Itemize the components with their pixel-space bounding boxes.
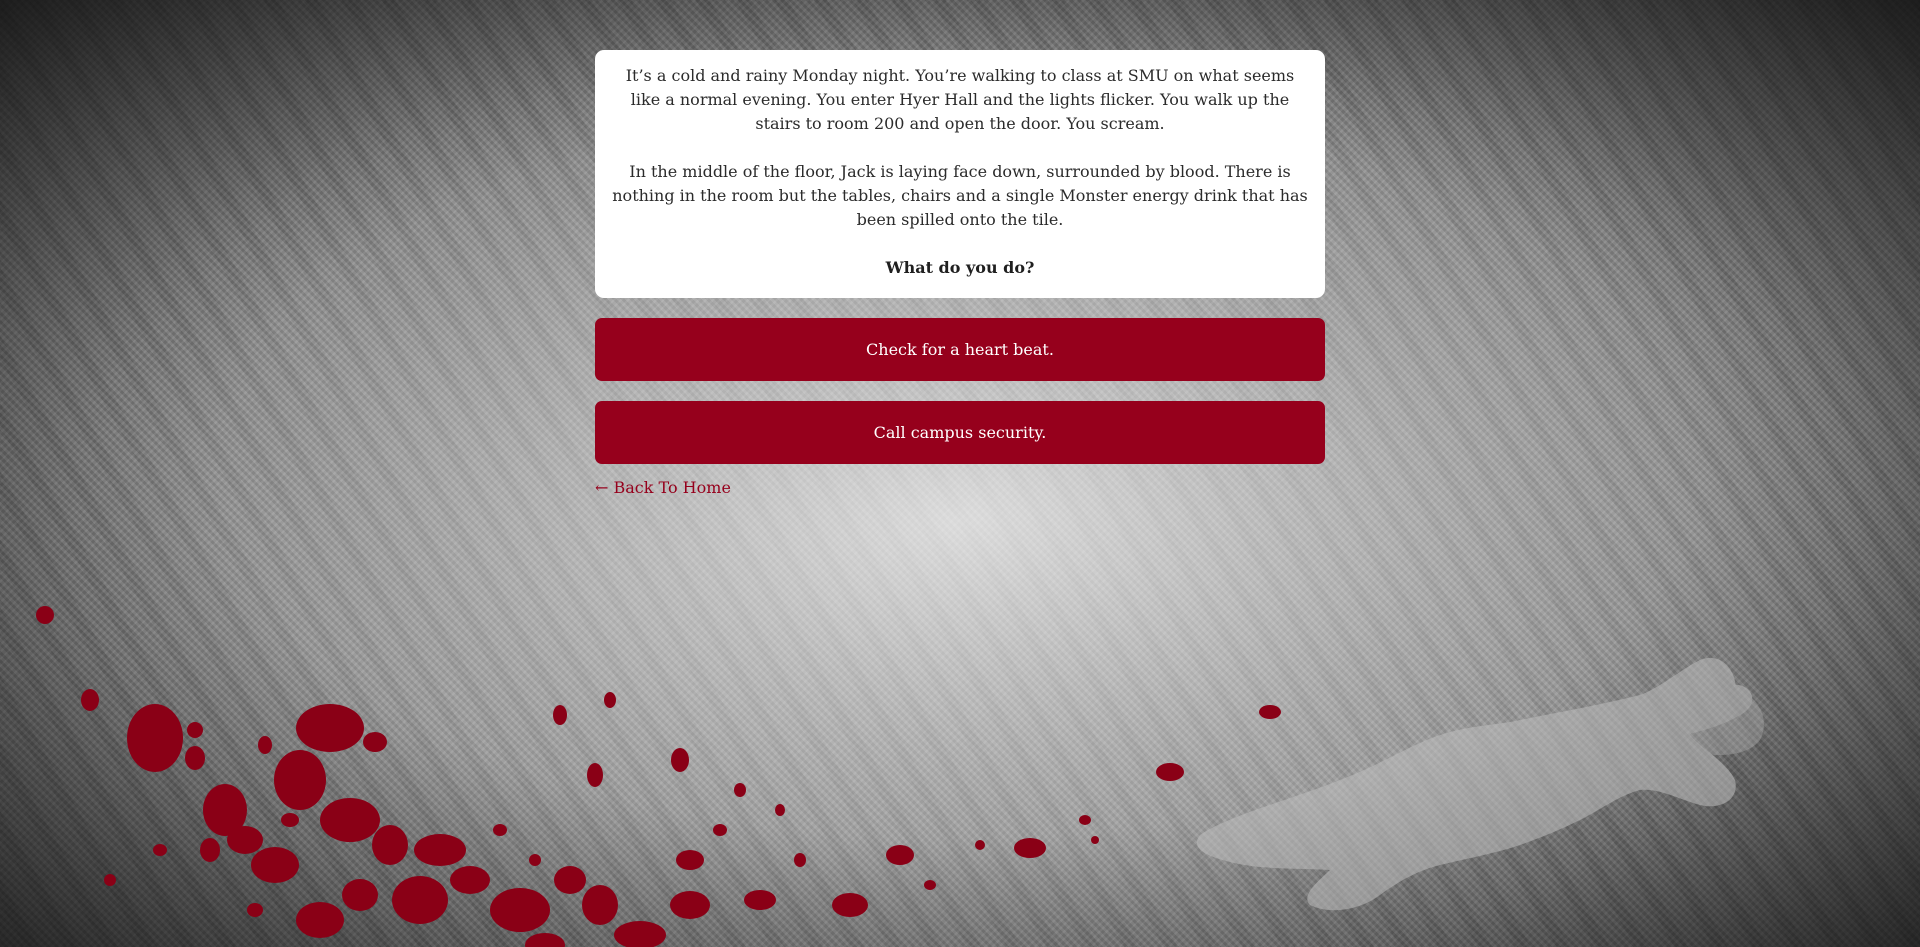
story-prompt: What do you do? [885, 258, 1035, 277]
story-container: It’s a cold and rainy Monday night. You’… [595, 50, 1325, 497]
choice-button-check-heartbeat[interactable]: Check for a heart beat. [595, 318, 1325, 381]
blood-splatter [36, 606, 1281, 947]
story-card: It’s a cold and rainy Monday night. You’… [595, 50, 1325, 298]
choice-button-call-security[interactable]: Call campus security. [595, 401, 1325, 464]
back-to-home-link[interactable]: ← Back To Home [595, 478, 731, 497]
body-chalk-outline [1196, 657, 1764, 911]
story-paragraph-2: In the middle of the floor, Jack is layi… [612, 162, 1308, 229]
story-paragraph-1: It’s a cold and rainy Monday night. You’… [625, 66, 1295, 133]
